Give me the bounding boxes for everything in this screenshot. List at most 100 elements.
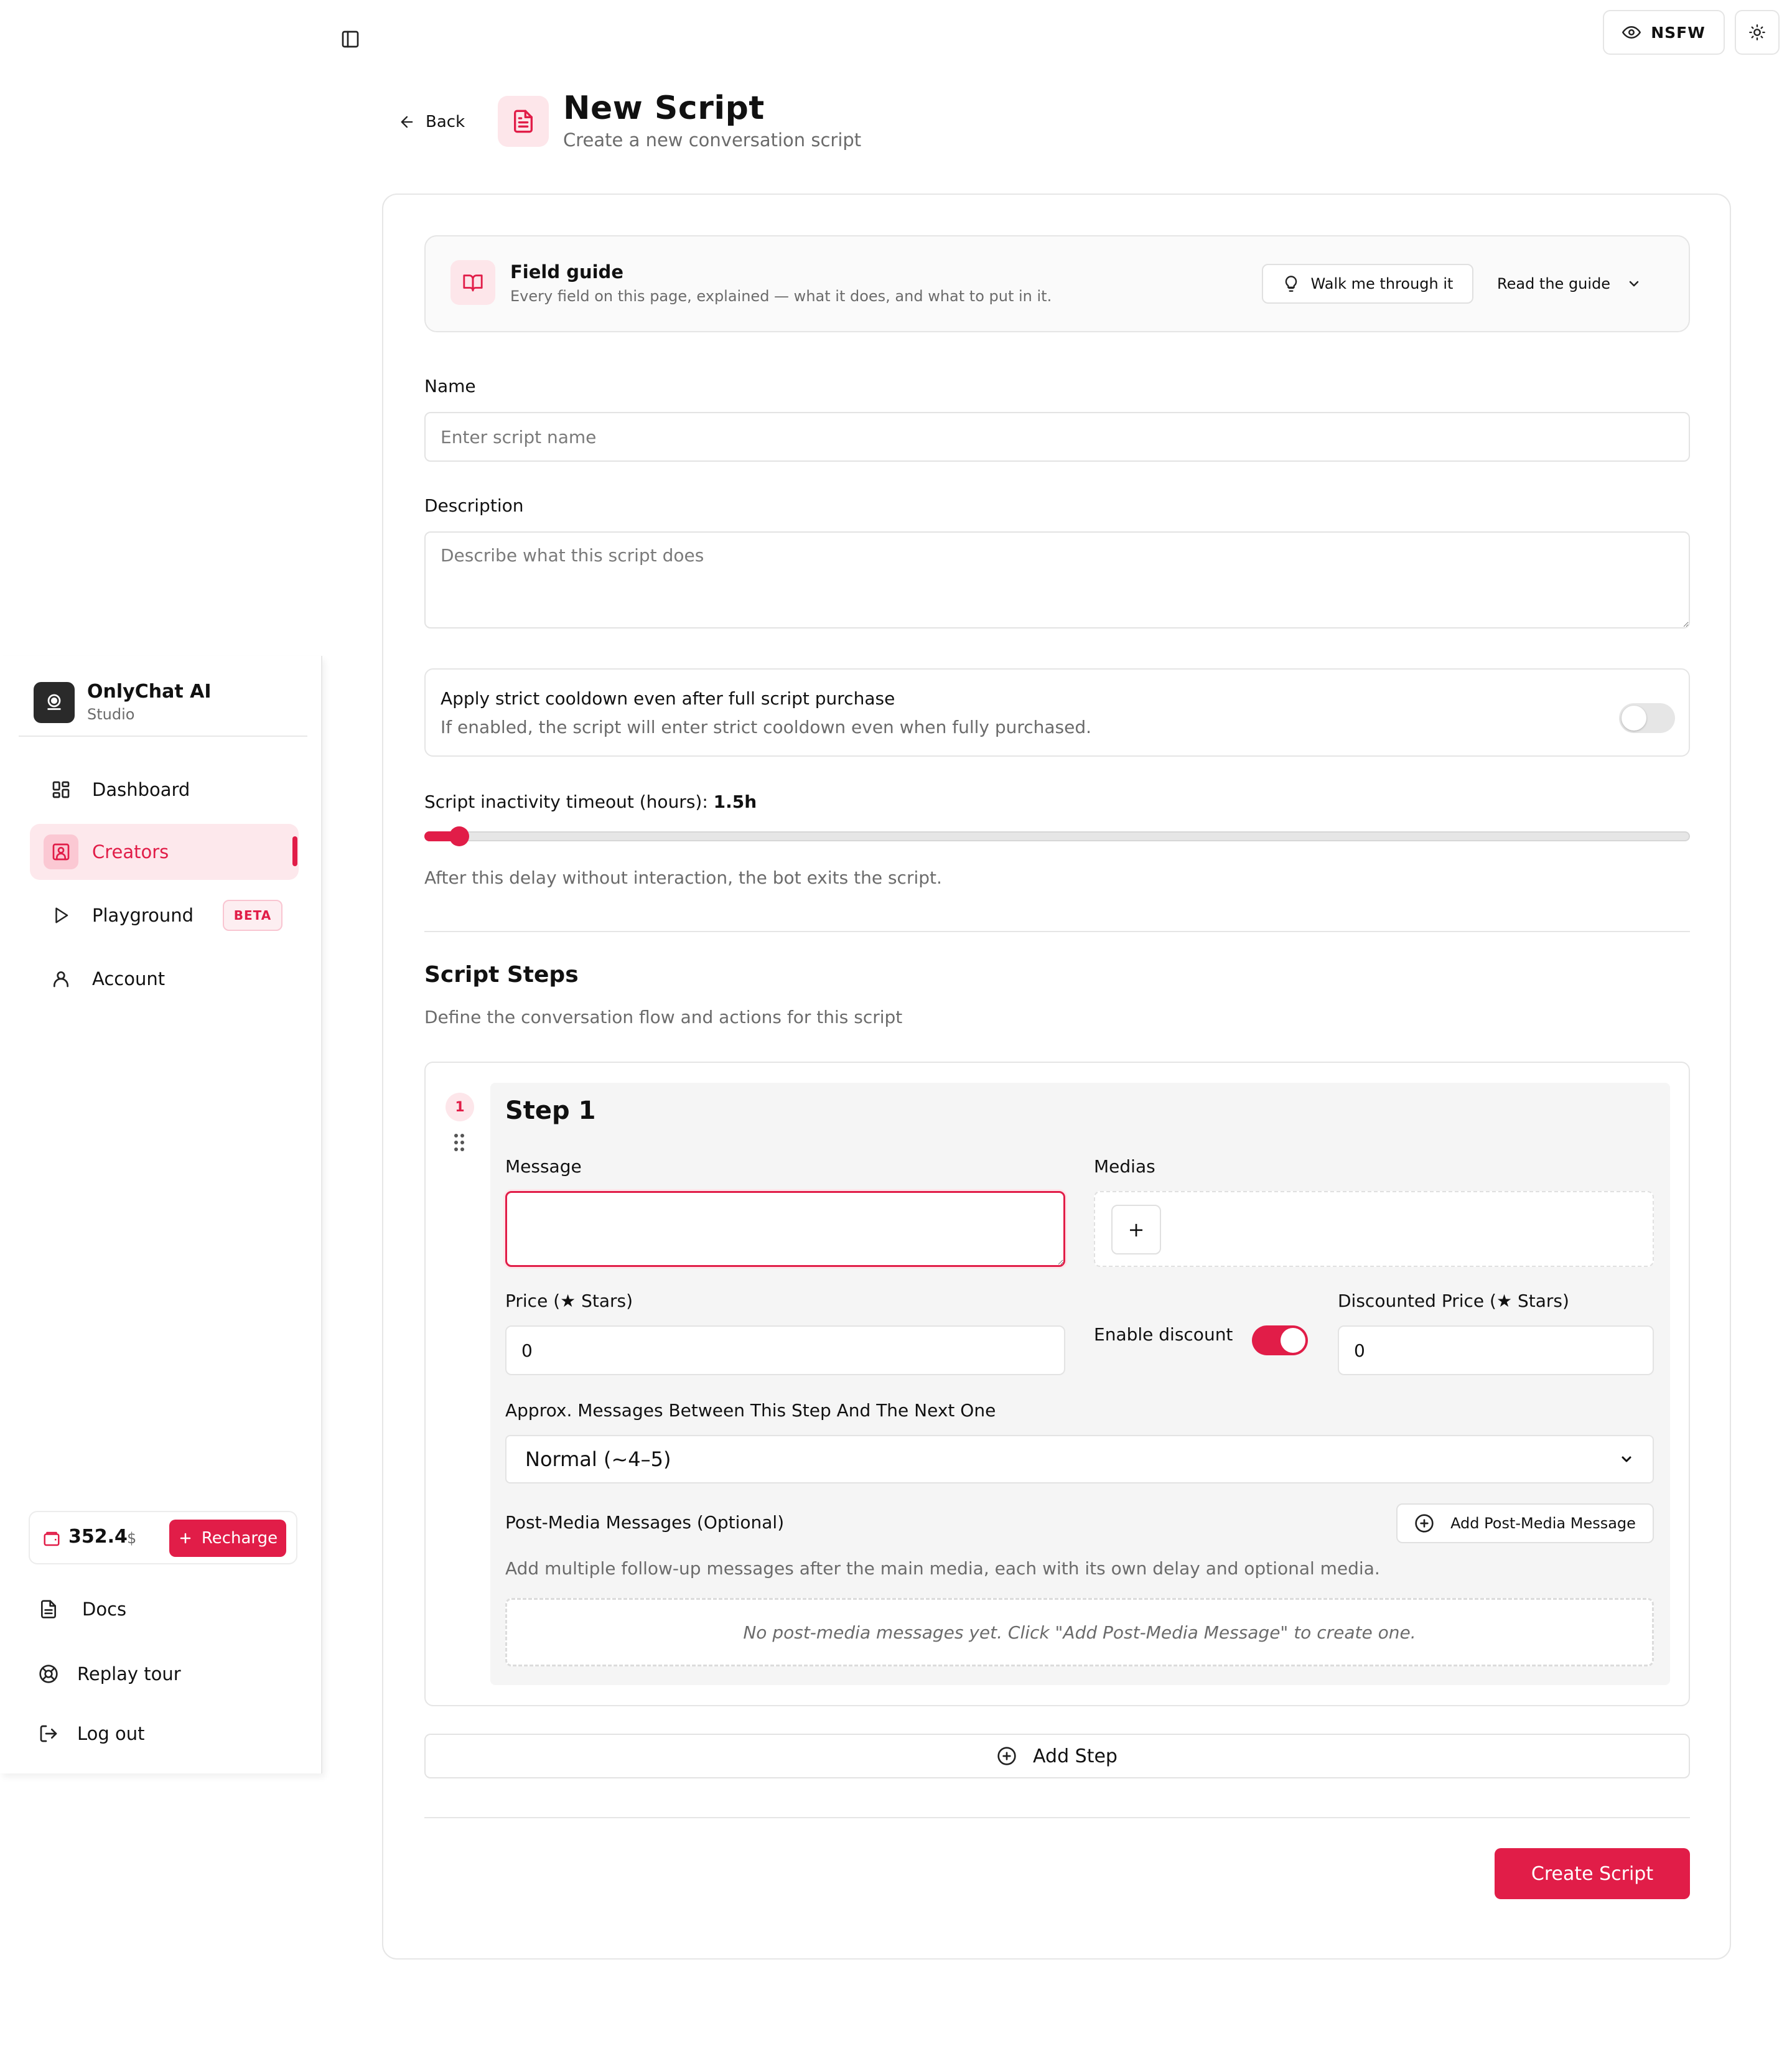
add-post-media-label: Add Post-Media Message [1450, 1515, 1636, 1532]
wallet-balance: 352.4 $ Recharge [29, 1511, 297, 1564]
sun-icon [1749, 24, 1765, 40]
add-step-label: Add Step [1033, 1745, 1118, 1767]
create-script-button[interactable]: Create Script [1495, 1848, 1690, 1899]
sidebar-item-dashboard[interactable]: Dashboard [30, 762, 299, 818]
step-number-badge: 1 [446, 1093, 474, 1121]
post-media-label: Post-Media Messages (Optional) [505, 1512, 785, 1533]
panel-left-icon [342, 30, 359, 48]
logout-icon [40, 1725, 57, 1742]
plus-circle-icon [1415, 1514, 1434, 1533]
sidebar-item-docs[interactable]: Docs [39, 1591, 126, 1628]
beta-badge: BETA [223, 900, 282, 931]
price-label: Price (★ Stars) [505, 1291, 633, 1311]
sidebar-item-account[interactable]: Account [30, 951, 299, 1007]
lightbulb-icon [1285, 276, 1297, 292]
steps-section-title: Script Steps [424, 962, 579, 988]
step-title: Step 1 [505, 1096, 596, 1125]
media-dropzone[interactable]: + [1094, 1191, 1654, 1267]
sidebar-item-label: Replay tour [77, 1663, 181, 1684]
arrow-left-icon [401, 116, 413, 128]
drag-handle-icon[interactable] [453, 1133, 467, 1152]
nsfw-toggle-button[interactable]: NSFW [1603, 10, 1725, 55]
sidebar-divider [19, 736, 307, 737]
post-media-empty-state: No post-media messages yet. Click "Add P… [505, 1598, 1654, 1666]
field-guide-title: Field guide [510, 261, 623, 283]
timeout-label-text: Script inactivity timeout (hours): [424, 792, 708, 812]
price-input[interactable] [505, 1325, 1065, 1375]
sidebar-item-label: Docs [82, 1599, 127, 1620]
add-post-media-button[interactable]: Add Post-Media Message [1396, 1503, 1654, 1543]
discounted-price-label: Discounted Price (★ Stars) [1338, 1291, 1569, 1311]
walk-through-label: Walk me through it [1310, 275, 1454, 292]
dashboard-icon [30, 780, 92, 800]
field-guide-description: Every field on this page, explained — wh… [510, 287, 1052, 305]
medias-label: Medias [1094, 1156, 1155, 1177]
timeout-value: 1.5h [713, 792, 757, 812]
brand-name: OnlyChat AI [87, 681, 212, 703]
description-label: Description [424, 495, 524, 516]
steps-section-description: Define the conversation flow and actions… [424, 1007, 903, 1027]
footer-divider [424, 1817, 1690, 1818]
cooldown-toggle[interactable] [1619, 703, 1675, 733]
read-guide-label: Read the guide [1497, 275, 1611, 292]
sidebar-item-label: Creators [92, 841, 169, 862]
lifebuoy-icon [39, 1665, 58, 1683]
approx-messages-select[interactable]: Normal (~4–5) [505, 1435, 1654, 1483]
recharge-label: Recharge [201, 1529, 278, 1548]
plus-circle-icon [997, 1747, 1016, 1765]
wallet-icon [44, 1531, 60, 1546]
docs-icon [41, 1600, 56, 1619]
user-icon [30, 969, 92, 989]
sidebar-item-label: Account [92, 968, 166, 989]
nsfw-label: NSFW [1651, 23, 1706, 42]
discounted-price-input[interactable] [1338, 1325, 1654, 1375]
name-label: Name [424, 376, 476, 396]
page-subtitle: Create a new conversation script [563, 129, 862, 151]
script-file-icon [498, 96, 549, 147]
name-input[interactable] [424, 412, 1690, 462]
wallet-currency: $ [127, 1530, 137, 1547]
cooldown-title: Apply strict cooldown even after full sc… [441, 688, 895, 709]
read-guide-dropdown[interactable]: Read the guide [1497, 264, 1641, 304]
back-label: Back [426, 113, 465, 131]
message-label: Message [505, 1156, 582, 1177]
post-media-help: Add multiple follow-up messages after th… [505, 1558, 1380, 1579]
book-icon [450, 260, 495, 305]
discount-toggle[interactable] [1252, 1325, 1308, 1355]
walk-through-button[interactable]: Walk me through it [1262, 264, 1473, 304]
creators-icon-wrap [30, 834, 92, 869]
recharge-button[interactable]: Recharge [169, 1520, 286, 1557]
back-link[interactable]: Back [398, 108, 465, 136]
add-step-button[interactable]: Add Step [424, 1734, 1690, 1778]
description-textarea[interactable] [424, 531, 1690, 628]
timeout-slider-thumb[interactable] [449, 826, 469, 846]
play-icon [30, 906, 92, 925]
approx-messages-label: Approx. Messages Between This Step And T… [505, 1400, 996, 1421]
sidebar-toggle-button[interactable] [335, 24, 366, 55]
step-card [490, 1083, 1670, 1685]
add-media-button[interactable]: + [1111, 1205, 1161, 1254]
sidebar-item-replay-tour[interactable]: Replay tour [39, 1655, 181, 1693]
sidebar-item-label: Playground [92, 905, 194, 926]
timeout-help: After this delay without interaction, th… [424, 867, 942, 888]
sidebar-item-logout[interactable]: Log out [39, 1715, 145, 1752]
section-divider [424, 931, 1690, 932]
theme-toggle-button[interactable] [1735, 10, 1780, 55]
brand-logo [34, 682, 75, 723]
brand-subtitle: Studio [87, 706, 135, 723]
toggle-knob [1622, 706, 1646, 731]
eye-icon [1622, 26, 1641, 39]
cooldown-setting: Apply strict cooldown even after full sc… [424, 668, 1690, 757]
sidebar-item-creators[interactable]: Creators [30, 824, 299, 880]
sidebar-item-label: Log out [77, 1723, 145, 1744]
field-guide-panel: Field guide Every field on this page, ex… [424, 235, 1690, 332]
message-textarea[interactable] [505, 1191, 1065, 1267]
cooldown-description: If enabled, the script will enter strict… [441, 717, 1092, 737]
page-title: New Script [563, 90, 765, 127]
timeout-slider-track[interactable] [424, 831, 1690, 841]
toggle-knob [1281, 1328, 1305, 1353]
sidebar-item-label: Dashboard [92, 779, 190, 800]
chevron-down-icon [1629, 281, 1639, 287]
wallet-amount: 352.4 [68, 1526, 128, 1548]
approx-messages-value: Normal (~4–5) [525, 1447, 671, 1471]
